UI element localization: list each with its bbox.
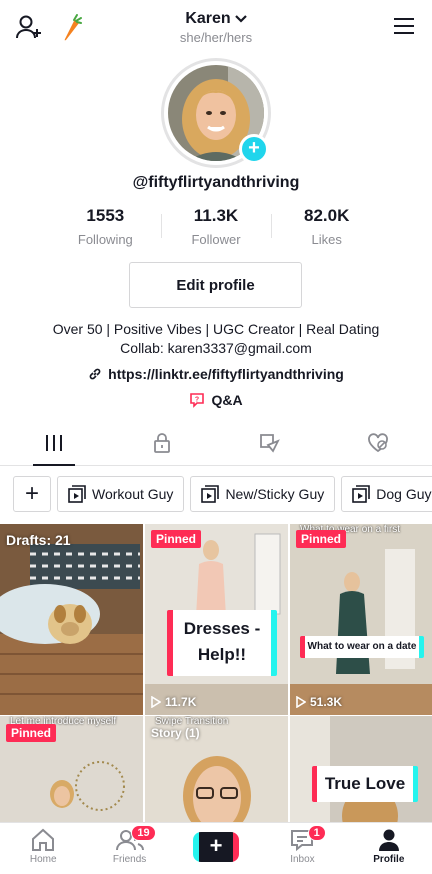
playlist-icon bbox=[201, 485, 220, 503]
bottom-nav: Home 19 Friends + 1 Inbox Profile bbox=[0, 822, 432, 874]
playlist-label: Workout Guy bbox=[92, 486, 174, 502]
nav-profile[interactable]: Profile bbox=[346, 823, 432, 874]
add-playlist-button[interactable]: + bbox=[13, 476, 51, 512]
video-thumbnail[interactable]: Let me introduce myself Pinned bbox=[0, 716, 143, 824]
stat-followers[interactable]: 11.3K Follower bbox=[160, 206, 272, 247]
drafts-thumbnail-image bbox=[0, 524, 143, 715]
nav-label: Home bbox=[29, 854, 57, 865]
video-grid: Drafts: 21 Pinned Dresses - Help!! 11.7K… bbox=[0, 524, 432, 824]
content-tabs bbox=[0, 420, 432, 466]
playlist-icon bbox=[68, 485, 86, 503]
stat-value: 11.3K bbox=[193, 206, 239, 225]
stat-label: Likes bbox=[311, 232, 342, 247]
qa-link[interactable]: ? Q&A bbox=[0, 392, 432, 408]
playlist-label: Dog Guy bbox=[376, 486, 432, 502]
bio: Over 50 | Positive Vibes | UGC Creator |… bbox=[0, 320, 432, 358]
playlist-chip[interactable]: Dog Guy bbox=[341, 476, 432, 512]
stat-label: Following bbox=[77, 232, 133, 247]
profile-avatar[interactable]: + bbox=[161, 58, 271, 168]
video-thumbnail[interactable]: Swipe Transition Story (1) bbox=[145, 716, 288, 824]
tab-videos[interactable] bbox=[0, 420, 108, 466]
nav-label: Profile bbox=[373, 854, 405, 865]
lock-icon bbox=[154, 432, 170, 453]
video-thumbnail[interactable]: What to wear on a first date... Pinned W… bbox=[290, 524, 432, 715]
bio-line: Over 50 | Positive Vibes | UGC Creator |… bbox=[52, 321, 380, 337]
playlist-label: New/Sticky Guy bbox=[225, 486, 325, 502]
tab-liked[interactable] bbox=[324, 420, 432, 465]
repost-icon bbox=[260, 433, 280, 453]
edit-profile-button[interactable]: Edit profile bbox=[129, 262, 302, 308]
link-icon bbox=[89, 368, 101, 380]
stat-value: 1553 bbox=[86, 206, 125, 225]
create-button[interactable]: + bbox=[193, 832, 240, 862]
qa-label: Q&A bbox=[211, 392, 243, 408]
view-count: 11.7K bbox=[151, 695, 196, 709]
friends-badge: 19 bbox=[131, 825, 156, 841]
stat-following[interactable]: 1553 Following bbox=[50, 206, 161, 247]
story-badge: Story (1) bbox=[151, 726, 200, 740]
add-avatar-icon[interactable]: + bbox=[239, 134, 269, 164]
tab-private[interactable] bbox=[108, 420, 216, 465]
grid-icon bbox=[46, 434, 62, 451]
view-count-text: 11.7K bbox=[165, 695, 197, 709]
playlist-chip[interactable]: Workout Guy bbox=[57, 476, 185, 512]
playlist-chip[interactable]: New/Sticky Guy bbox=[190, 476, 336, 512]
playlists-row: + Workout Guy New/Sticky Guy Dog Guy bbox=[13, 476, 432, 512]
video-thumbnail[interactable]: Pinned Dresses - Help!! 11.7K bbox=[145, 524, 288, 715]
bio-line: Collab: karen3337@gmail.com bbox=[120, 340, 312, 356]
video-title-card: Dresses - Help!! bbox=[167, 610, 277, 676]
tab-reposts[interactable] bbox=[216, 420, 324, 465]
play-icon bbox=[151, 696, 161, 708]
playlist-icon bbox=[352, 485, 371, 503]
username: @fiftyflirtyandthriving bbox=[132, 174, 300, 191]
nav-create[interactable]: + bbox=[173, 823, 259, 874]
video-thumbnail-drafts[interactable]: Drafts: 21 bbox=[0, 524, 143, 715]
stat-likes[interactable]: 82.0K Likes bbox=[271, 206, 382, 247]
link-text: https://linktr.ee/fiftyflirtyandthriving bbox=[108, 366, 344, 382]
view-count: 51.3K bbox=[296, 695, 342, 709]
nav-home[interactable]: Home bbox=[0, 823, 86, 874]
profile-link[interactable]: https://linktr.ee/fiftyflirtyandthriving bbox=[0, 366, 432, 382]
profile-stats: 1553 Following 11.3K Follower 82.0K Like… bbox=[50, 206, 382, 247]
pinned-badge: Pinned bbox=[6, 724, 57, 742]
play-icon bbox=[296, 696, 306, 708]
header-title[interactable]: Karen she/her/hers bbox=[0, 10, 432, 45]
profile-header: Karen she/her/hers bbox=[0, 0, 432, 56]
nav-label: Inbox bbox=[290, 854, 315, 865]
pinned-badge: Pinned bbox=[296, 530, 347, 548]
svg-text:?: ? bbox=[195, 397, 199, 404]
pinned-badge: Pinned bbox=[151, 530, 202, 548]
profile-icon bbox=[378, 829, 399, 851]
stat-value: 82.0K bbox=[303, 206, 350, 225]
menu-icon[interactable] bbox=[392, 14, 416, 38]
chevron-down-icon bbox=[234, 15, 247, 23]
video-title-card: What to wear on a date bbox=[300, 636, 424, 658]
inbox-badge: 1 bbox=[307, 825, 326, 841]
nav-inbox[interactable]: 1 Inbox bbox=[259, 823, 345, 874]
pronouns: she/her/hers bbox=[179, 30, 253, 45]
video-title-card: True Love bbox=[312, 766, 418, 802]
liked-hidden-icon bbox=[368, 432, 388, 452]
stat-label: Follower bbox=[191, 232, 241, 247]
video-thumbnail-image bbox=[290, 524, 432, 715]
home-icon bbox=[32, 828, 55, 851]
video-thumbnail[interactable]: True Love bbox=[290, 716, 432, 824]
view-count-text: 51.3K bbox=[310, 695, 343, 709]
nav-label: Friends bbox=[112, 854, 147, 865]
qa-icon: ? bbox=[190, 393, 205, 408]
plus-icon: + bbox=[199, 832, 234, 862]
display-name: Karen bbox=[185, 10, 231, 27]
nav-friends[interactable]: 19 Friends bbox=[86, 823, 172, 874]
drafts-label: Drafts: 21 bbox=[6, 532, 71, 548]
